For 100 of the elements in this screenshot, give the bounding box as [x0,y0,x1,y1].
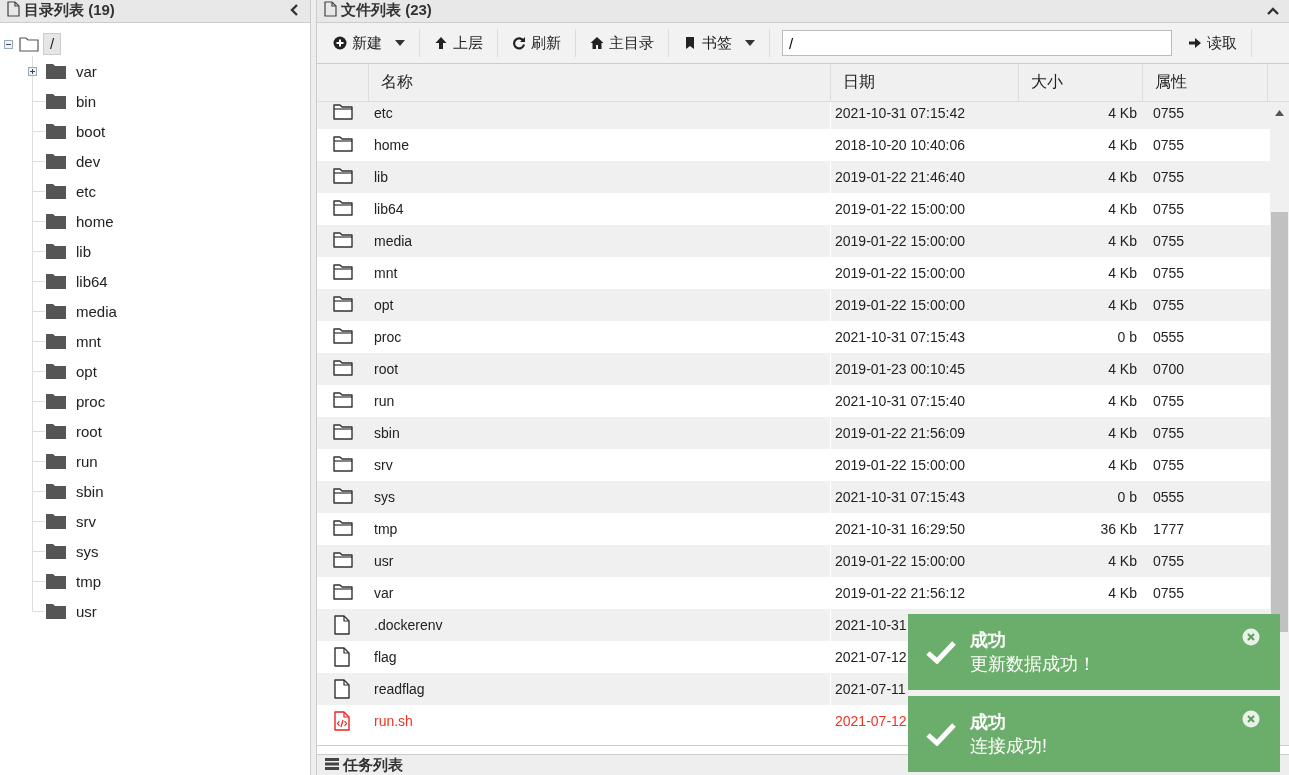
close-icon [1242,628,1260,646]
tree-item[interactable]: sys [76,542,99,560]
toolbar-button[interactable]: 新建 [325,28,413,58]
column-header[interactable]: 日期 [831,64,1019,101]
read-button[interactable]: 读取 [1180,28,1245,58]
table-cell: 0555 [1153,489,1185,505]
toolbar-button[interactable]: 书签 [675,28,763,58]
folder-icon [333,455,353,475]
table-cell: 2018-10-20 10:40:06 [835,137,965,153]
tree-item[interactable]: sbin [76,482,104,500]
tree-item[interactable]: root [76,422,102,440]
folder-icon [46,123,66,139]
table-cell: readflag [374,681,425,697]
table-cell: 2019-01-22 21:56:09 [835,425,965,441]
tree-item[interactable]: / [43,33,62,55]
table-cell: 2021-07-12 [835,713,907,729]
expand-toggle[interactable] [28,66,37,76]
folder-icon [46,153,66,169]
folder-icon [333,423,353,443]
table-cell: 2021-10-31 07:15:43 [835,329,965,345]
table-row[interactable]: root 2019-01-23 00:10:45 4 Kb 0700 [317,353,1270,385]
table-cell: 0 b [1117,329,1137,345]
folder-icon [333,583,353,603]
close-button[interactable] [1242,628,1260,646]
checkmark-icon [926,640,956,664]
scroll-thumb[interactable] [1271,212,1288,632]
tree-item[interactable]: var [76,62,97,80]
tree-item[interactable]: lib64 [76,272,108,290]
file-icon [333,647,353,667]
table-cell: 4 Kb [1108,137,1137,153]
toolbar-button[interactable]: 刷新 [504,28,569,58]
folder-icon [46,393,66,409]
tree-item[interactable]: etc [76,182,96,200]
tree-item[interactable]: media [76,302,117,320]
table-cell: srv [374,457,393,473]
table-row[interactable]: sbin 2019-01-22 21:56:09 4 Kb 0755 [317,417,1270,449]
folder-icon [46,243,66,259]
folder-icon [333,327,353,347]
panel-title: 目录列表 (19) [24,1,115,19]
folder-icon [46,273,66,289]
table-cell: 0755 [1153,553,1185,569]
column-header[interactable]: 名称 [369,64,831,101]
table-row[interactable]: media 2019-01-22 15:00:00 4 Kb 0755 [317,225,1270,257]
tree-item[interactable]: dev [76,152,101,170]
folder-icon [46,453,66,469]
collapse-toggle[interactable] [4,39,13,49]
table-cell: proc [374,329,402,345]
scroll-up-icon [1275,110,1284,116]
table-cell: 2019-01-22 21:46:40 [835,169,965,185]
table-cell: 2019-01-22 15:00:00 [835,265,965,281]
tree-item[interactable]: proc [76,392,106,410]
table-cell: 4 Kb [1108,297,1137,313]
toolbar-button[interactable]: 上层 [426,28,491,58]
table-row[interactable]: lib 2019-01-22 21:46:40 4 Kb 0755 [317,161,1270,193]
toolbar-button[interactable]: 主目录 [582,28,662,58]
table-cell: 0755 [1153,297,1185,313]
close-button[interactable] [1242,710,1260,728]
folder-icon [333,199,353,219]
tree-item[interactable]: bin [76,92,97,110]
folder-icon [333,135,353,155]
tree-item[interactable]: home [76,212,114,230]
column-header[interactable]: 大小 [1019,64,1143,101]
tree-item[interactable]: mnt [76,332,101,350]
page-icon [323,1,337,17]
folder-icon [46,183,66,199]
tree-item[interactable]: tmp [76,572,101,590]
table-cell: 0755 [1153,105,1185,121]
table-row[interactable]: usr 2019-01-22 15:00:00 4 Kb 0755 [317,545,1270,577]
table-cell: 4 Kb [1108,457,1137,473]
table-cell: lib64 [374,201,404,217]
path-field[interactable]: / [782,30,1172,56]
chevron-left-icon [290,4,300,16]
table-row[interactable]: opt 2019-01-22 15:00:00 4 Kb 0755 [317,289,1270,321]
table-cell: opt [374,297,394,313]
tree-item[interactable]: opt [76,362,97,380]
table-cell: 2019-01-22 15:00:00 [835,201,965,217]
table-cell: 0755 [1153,265,1185,281]
table-cell: home [374,137,410,153]
tree-item[interactable]: srv [76,512,96,530]
tree-item[interactable]: usr [76,602,97,620]
table-row[interactable]: sys 2021-10-31 07:15:43 0 b 0555 [317,481,1270,513]
folder-icon [46,63,66,79]
arrow-right-icon [1188,36,1202,50]
column-header[interactable]: 属性 [1143,64,1268,101]
scrollbar[interactable] [1270,102,1289,745]
table-cell: 4 Kb [1108,585,1137,601]
code-file-icon [333,711,353,731]
table-cell: 1777 [1153,521,1185,537]
tree-item[interactable]: run [76,452,98,470]
folder-icon [46,93,66,109]
table-cell: 4 Kb [1108,265,1137,281]
tree-item[interactable]: lib [76,242,91,260]
tree-item[interactable]: boot [76,122,106,140]
chevron-up-icon [1267,6,1279,16]
table-cell: 0700 [1153,361,1185,377]
table-cell: 4 Kb [1108,425,1137,441]
table-cell: sbin [374,425,400,441]
table-row[interactable]: etc 2021-10-31 07:15:42 4 Kb 0755 [317,102,1270,129]
table-cell: 4 Kb [1108,169,1137,185]
minus-icon [4,39,13,49]
